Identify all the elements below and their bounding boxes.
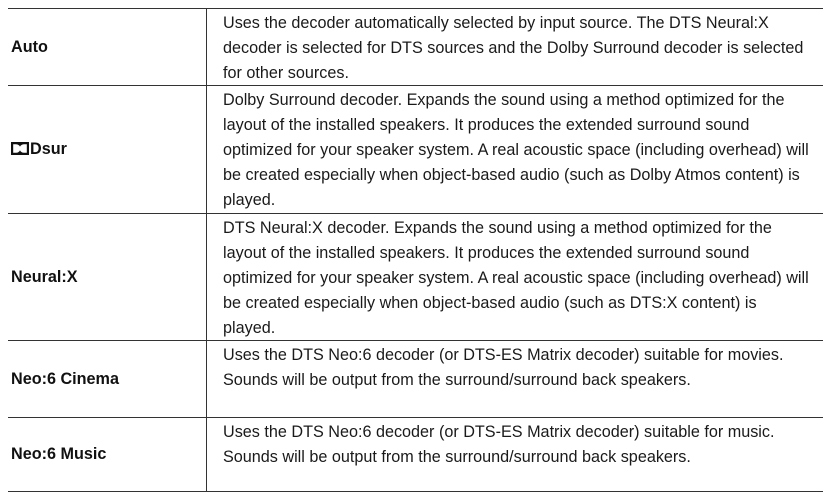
decoder-label-with-logo: Dsur bbox=[11, 141, 67, 158]
table-row: Neo:6 Music Uses the DTS Neo:6 decoder (… bbox=[8, 418, 823, 492]
decoder-table: Auto Uses the decoder automatically sele… bbox=[8, 8, 823, 492]
decoder-label: Neural:X bbox=[11, 267, 78, 286]
label-cell: Neo:6 Music bbox=[8, 418, 207, 491]
decoder-label: Auto bbox=[11, 37, 48, 56]
label-cell: Dsur bbox=[8, 86, 207, 213]
decoder-label: Neo:6 Music bbox=[11, 445, 107, 464]
label-cell: Neural:X bbox=[8, 214, 207, 340]
table-row: Neural:X DTS Neural:X decoder. Expands t… bbox=[8, 214, 823, 341]
label-cell: Neo:6 Cinema bbox=[8, 341, 207, 417]
description-cell: Uses the DTS Neo:6 decoder (or DTS-ES Ma… bbox=[207, 418, 823, 491]
decoder-description: Uses the decoder automatically selected … bbox=[223, 14, 804, 82]
decoder-description: Uses the DTS Neo:6 decoder (or DTS-ES Ma… bbox=[223, 423, 775, 466]
decoder-label: Dsur bbox=[30, 139, 67, 158]
label-cell: Auto bbox=[8, 9, 207, 85]
description-cell: Dolby Surround decoder. Expands the soun… bbox=[207, 86, 823, 213]
decoder-label: Neo:6 Cinema bbox=[11, 369, 119, 388]
description-cell: Uses the DTS Neo:6 decoder (or DTS-ES Ma… bbox=[207, 341, 823, 417]
decoder-description: DTS Neural:X decoder. Expands the sound … bbox=[223, 219, 809, 337]
dolby-double-d-icon bbox=[11, 141, 29, 158]
table-row: Neo:6 Cinema Uses the DTS Neo:6 decoder … bbox=[8, 341, 823, 418]
decoder-description: Uses the DTS Neo:6 decoder (or DTS-ES Ma… bbox=[223, 346, 784, 389]
description-cell: DTS Neural:X decoder. Expands the sound … bbox=[207, 214, 823, 340]
decoder-description: Dolby Surround decoder. Expands the soun… bbox=[223, 91, 809, 209]
table-row: Auto Uses the decoder automatically sele… bbox=[8, 9, 823, 86]
table-row: Dsur Dolby Surround decoder. Expands the… bbox=[8, 86, 823, 214]
description-cell: Uses the decoder automatically selected … bbox=[207, 9, 823, 85]
